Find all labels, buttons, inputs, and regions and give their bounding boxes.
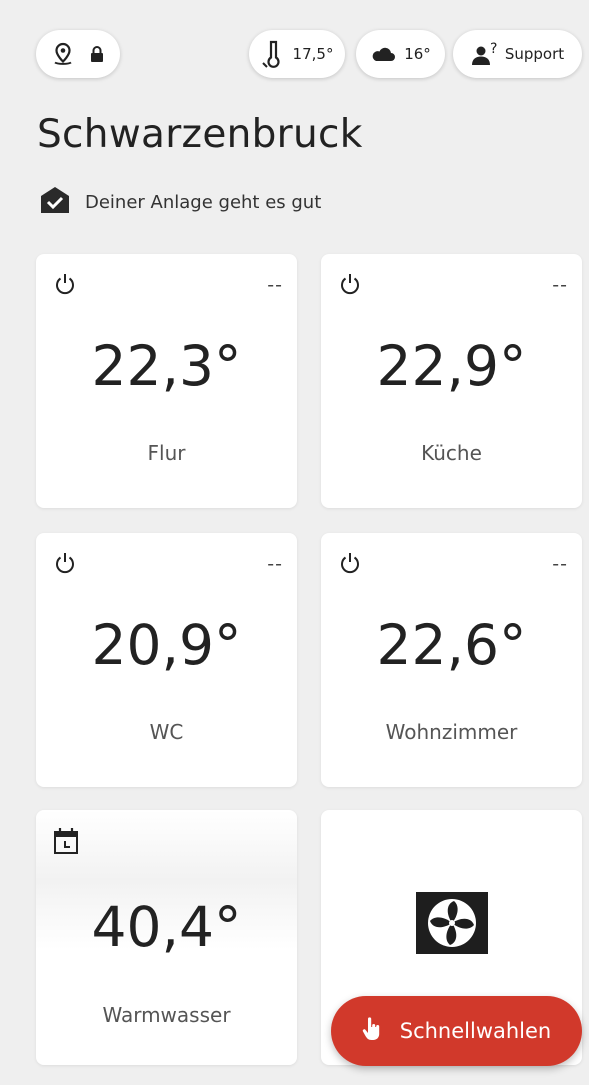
thermometer-icon — [261, 39, 285, 69]
site-title: Schwarzenbruck — [37, 112, 363, 157]
room-card-kueche[interactable]: -- 22,9° Küche — [321, 254, 582, 508]
hot-water-name: Warmwasser — [102, 1003, 231, 1027]
room-mode-indicator: -- — [267, 553, 283, 575]
system-status: Deiner Anlage geht es gut — [39, 185, 321, 220]
room-name: Flur — [147, 441, 186, 465]
outdoor-temperature-value: 17,5° — [292, 45, 334, 63]
room-temperature: 20,9° — [91, 613, 242, 677]
fan-icon — [416, 892, 488, 958]
room-temperature: 22,3° — [91, 334, 242, 398]
quick-select-label: Schnellwahlen — [399, 1019, 552, 1043]
power-icon[interactable] — [53, 551, 77, 579]
location-lock-button[interactable] — [36, 30, 120, 78]
room-card-wc[interactable]: -- 20,9° WC — [36, 533, 297, 787]
hand-pointer-icon — [362, 1016, 382, 1046]
room-temperature: 22,9° — [376, 334, 527, 398]
power-icon[interactable] — [338, 272, 362, 300]
lock-icon — [90, 45, 104, 63]
room-card-wohnzimmer[interactable]: -- 22,6° Wohnzimmer — [321, 533, 582, 787]
support-label: Support — [504, 45, 565, 63]
room-name: Küche — [421, 441, 482, 465]
room-temperature: 22,6° — [376, 613, 527, 677]
room-mode-indicator: -- — [552, 553, 568, 575]
support-person-icon: ? — [471, 41, 499, 67]
quick-select-button[interactable]: Schnellwahlen — [331, 996, 582, 1066]
room-name: Wohnzimmer — [385, 720, 518, 744]
power-icon[interactable] — [53, 272, 77, 300]
weather-button[interactable]: 16° — [356, 30, 445, 78]
room-card-flur[interactable]: -- 22,3° Flur — [36, 254, 297, 508]
system-status-text: Deiner Anlage geht es gut — [85, 192, 322, 213]
house-check-icon — [39, 185, 71, 220]
room-mode-indicator: -- — [267, 274, 283, 296]
location-pin-icon — [52, 42, 74, 66]
support-button[interactable]: ? Support — [453, 30, 582, 78]
hot-water-temperature: 40,4° — [91, 895, 242, 959]
outdoor-temperature-button[interactable]: 17,5° — [249, 30, 345, 78]
hot-water-card[interactable]: 40,4° Warmwasser — [36, 810, 297, 1065]
room-name: WC — [149, 720, 184, 744]
calendar-schedule-icon[interactable] — [53, 827, 79, 859]
power-icon[interactable] — [338, 551, 362, 579]
weather-temperature-value: 16° — [404, 45, 431, 63]
cloud-icon — [370, 45, 396, 63]
room-mode-indicator: -- — [552, 274, 568, 296]
svg-text:?: ? — [490, 41, 497, 57]
